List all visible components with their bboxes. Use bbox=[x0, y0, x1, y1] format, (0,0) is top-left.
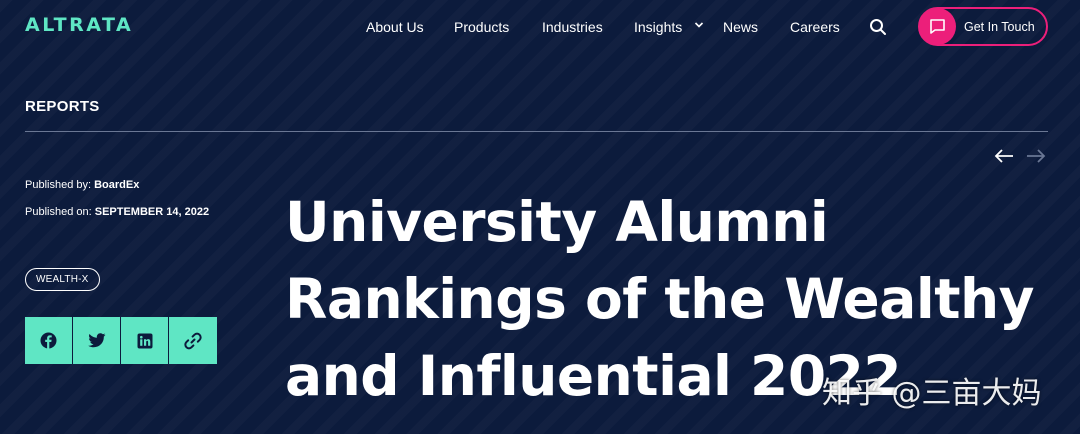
facebook-icon bbox=[40, 332, 57, 349]
search-icon[interactable] bbox=[869, 18, 887, 36]
nav-news[interactable]: News bbox=[723, 19, 758, 35]
publisher-name: BoardEx bbox=[94, 179, 140, 191]
publish-date: SEPTEMBER 14, 2022 bbox=[94, 206, 210, 218]
nav-careers[interactable]: Careers bbox=[790, 19, 840, 35]
title-line: University Alumni bbox=[285, 190, 829, 254]
nav-about-us[interactable]: About Us bbox=[366, 19, 424, 35]
nav-products[interactable]: Products bbox=[454, 19, 509, 35]
section-label: REPORTS bbox=[25, 98, 100, 115]
get-in-touch-button[interactable]: Get In Touch bbox=[918, 7, 1048, 46]
arrow-left-icon[interactable] bbox=[994, 148, 1014, 164]
linkedin-icon bbox=[137, 333, 152, 348]
divider bbox=[25, 131, 1048, 132]
title-line: Rankings of the Wealthy bbox=[285, 267, 1035, 331]
arrow-right-icon[interactable] bbox=[1026, 148, 1046, 164]
share-facebook-button[interactable] bbox=[25, 317, 73, 364]
chat-icon bbox=[919, 8, 956, 45]
published-by: Published by: BoardEx bbox=[25, 179, 139, 191]
share-linkedin-button[interactable] bbox=[121, 317, 169, 364]
twitter-icon bbox=[87, 333, 105, 348]
chevron-down-icon[interactable] bbox=[694, 20, 704, 30]
share-bar bbox=[25, 317, 217, 364]
tag-wealth-x[interactable]: WEALTH-X bbox=[25, 268, 100, 291]
share-twitter-button[interactable] bbox=[73, 317, 121, 364]
published-on-label: Published on: bbox=[25, 206, 92, 218]
link-icon bbox=[184, 332, 202, 349]
get-in-touch-label: Get In Touch bbox=[964, 20, 1035, 34]
watermark: 知乎 @三亩大妈 bbox=[822, 376, 1042, 411]
logo[interactable]: ALTRATA bbox=[25, 14, 133, 36]
nav-industries[interactable]: Industries bbox=[542, 19, 603, 35]
nav-insights[interactable]: Insights bbox=[634, 19, 682, 35]
copy-link-button[interactable] bbox=[169, 317, 217, 364]
published-by-label: Published by: bbox=[25, 179, 92, 191]
published-on: Published on: SEPTEMBER 14, 2022 bbox=[25, 206, 209, 218]
